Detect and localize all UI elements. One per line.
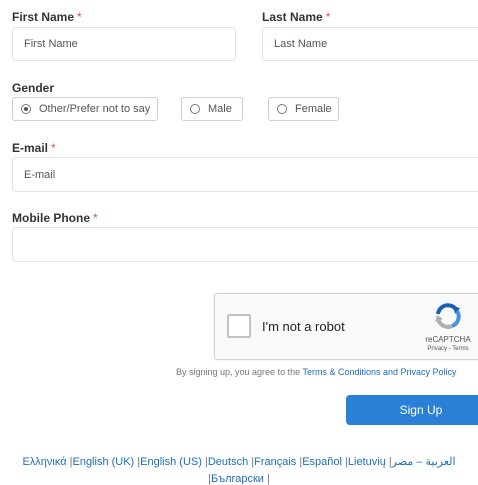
email-label: E-mail * [12,141,56,155]
gender-option-label: Female [295,103,332,115]
language-link[interactable]: English (UK) [72,456,134,468]
required-mark: * [77,10,82,24]
recaptcha-checkbox[interactable] [227,314,251,338]
language-links-line2: |Български | [0,473,478,485]
radio-unchecked-icon [277,104,287,114]
language-link[interactable]: Lietuvių [348,456,386,468]
gender-option-other[interactable]: Other/Prefer not to say [12,97,158,121]
gender-option-label: Other/Prefer not to say [39,103,151,115]
gender-option-label: Male [208,103,232,115]
sign-up-button[interactable]: Sign Up [346,395,478,425]
language-link[interactable]: Deutsch [208,456,248,468]
gender-option-male[interactable]: Male [181,97,243,121]
last-name-input[interactable] [262,27,478,61]
last-name-label: Last Name * [262,10,330,24]
recaptcha-logo-icon [435,303,461,329]
required-mark: * [51,141,56,155]
language-link[interactable]: العربية – مصر [392,456,456,468]
mobile-phone-label: Mobile Phone * [12,211,98,225]
mobile-phone-label-text: Mobile Phone [12,211,90,225]
language-separator: | [263,473,270,485]
agreement-prefix: By signing up, you agree to the [176,367,301,377]
radio-unchecked-icon [190,104,200,114]
last-name-label-text: Last Name [262,10,323,24]
language-link[interactable]: Français [254,456,296,468]
required-mark: * [325,10,331,24]
email-input[interactable] [12,157,478,192]
email-label-text: E-mail [12,141,49,155]
first-name-input[interactable] [12,27,236,61]
recaptcha-links: Privacy - Terms [409,346,478,352]
recaptcha-privacy-link[interactable]: Privacy [427,346,447,352]
language-links-line1: Ελληνικά |English (UK) |English (US) |De… [0,455,478,468]
first-name-label: First Name * [12,10,82,24]
gender-label: Gender [12,81,55,95]
recaptcha-terms-link[interactable]: Terms [452,346,468,352]
language-link[interactable]: English (US) [140,456,202,468]
required-mark: * [93,211,98,225]
recaptcha-widget: I'm not a robot reCAPTCHA Privacy - Term… [214,293,478,360]
first-name-label-text: First Name [12,10,75,24]
language-link[interactable]: Български [211,473,264,485]
language-link[interactable]: Español [302,456,342,468]
recaptcha-brand: reCAPTCHA [425,335,471,344]
language-link[interactable]: Ελληνικά [22,456,66,468]
radio-checked-icon [21,104,31,114]
gender-option-female[interactable]: Female [268,97,339,121]
terms-privacy-link[interactable]: Terms & Conditions and Privacy Policy [302,367,456,377]
recaptcha-label: I'm not a robot [262,319,345,334]
mobile-phone-input[interactable] [12,227,478,262]
agreement-text: By signing up, you agree to the Terms & … [176,367,457,377]
